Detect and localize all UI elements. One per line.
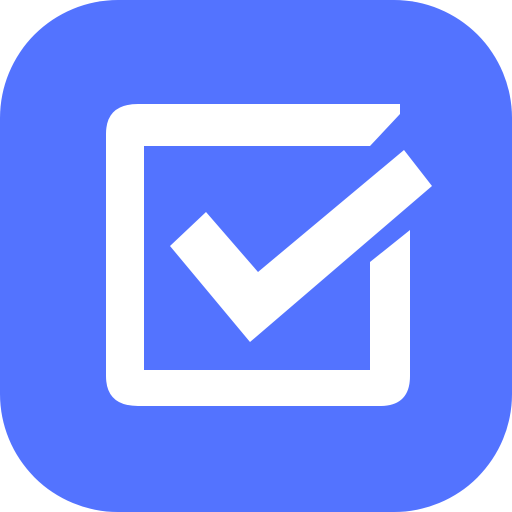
icon-background xyxy=(0,0,512,512)
app-icon xyxy=(0,0,512,512)
checkbox-checked-icon xyxy=(0,0,512,512)
